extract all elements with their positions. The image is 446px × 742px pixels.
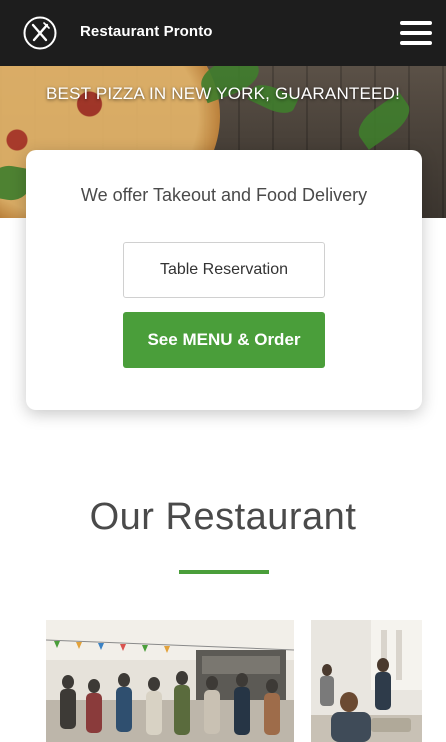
table-reservation-button[interactable]: Table Reservation bbox=[123, 242, 325, 298]
brand-name[interactable]: Restaurant Pronto bbox=[80, 23, 213, 40]
restaurant-crowd-image bbox=[46, 620, 294, 742]
restaurant-photo[interactable] bbox=[46, 620, 294, 742]
hamburger-menu-icon[interactable] bbox=[400, 21, 432, 45]
hero-title: BEST PIZZA IN NEW YORK, GUARANTEED! bbox=[46, 84, 400, 103]
restaurant-photo[interactable] bbox=[311, 620, 422, 742]
section-divider bbox=[179, 570, 269, 574]
order-card: We offer Takeout and Food Delivery Table… bbox=[26, 150, 422, 410]
restaurant-diners-image bbox=[311, 620, 422, 742]
fork-knife-icon[interactable] bbox=[23, 16, 57, 50]
see-menu-order-button[interactable]: See MENU & Order bbox=[123, 312, 325, 368]
section-title: Our Restaurant bbox=[89, 496, 357, 538]
card-tagline: We offer Takeout and Food Delivery bbox=[80, 185, 368, 205]
top-header: Restaurant Pronto bbox=[0, 0, 446, 66]
